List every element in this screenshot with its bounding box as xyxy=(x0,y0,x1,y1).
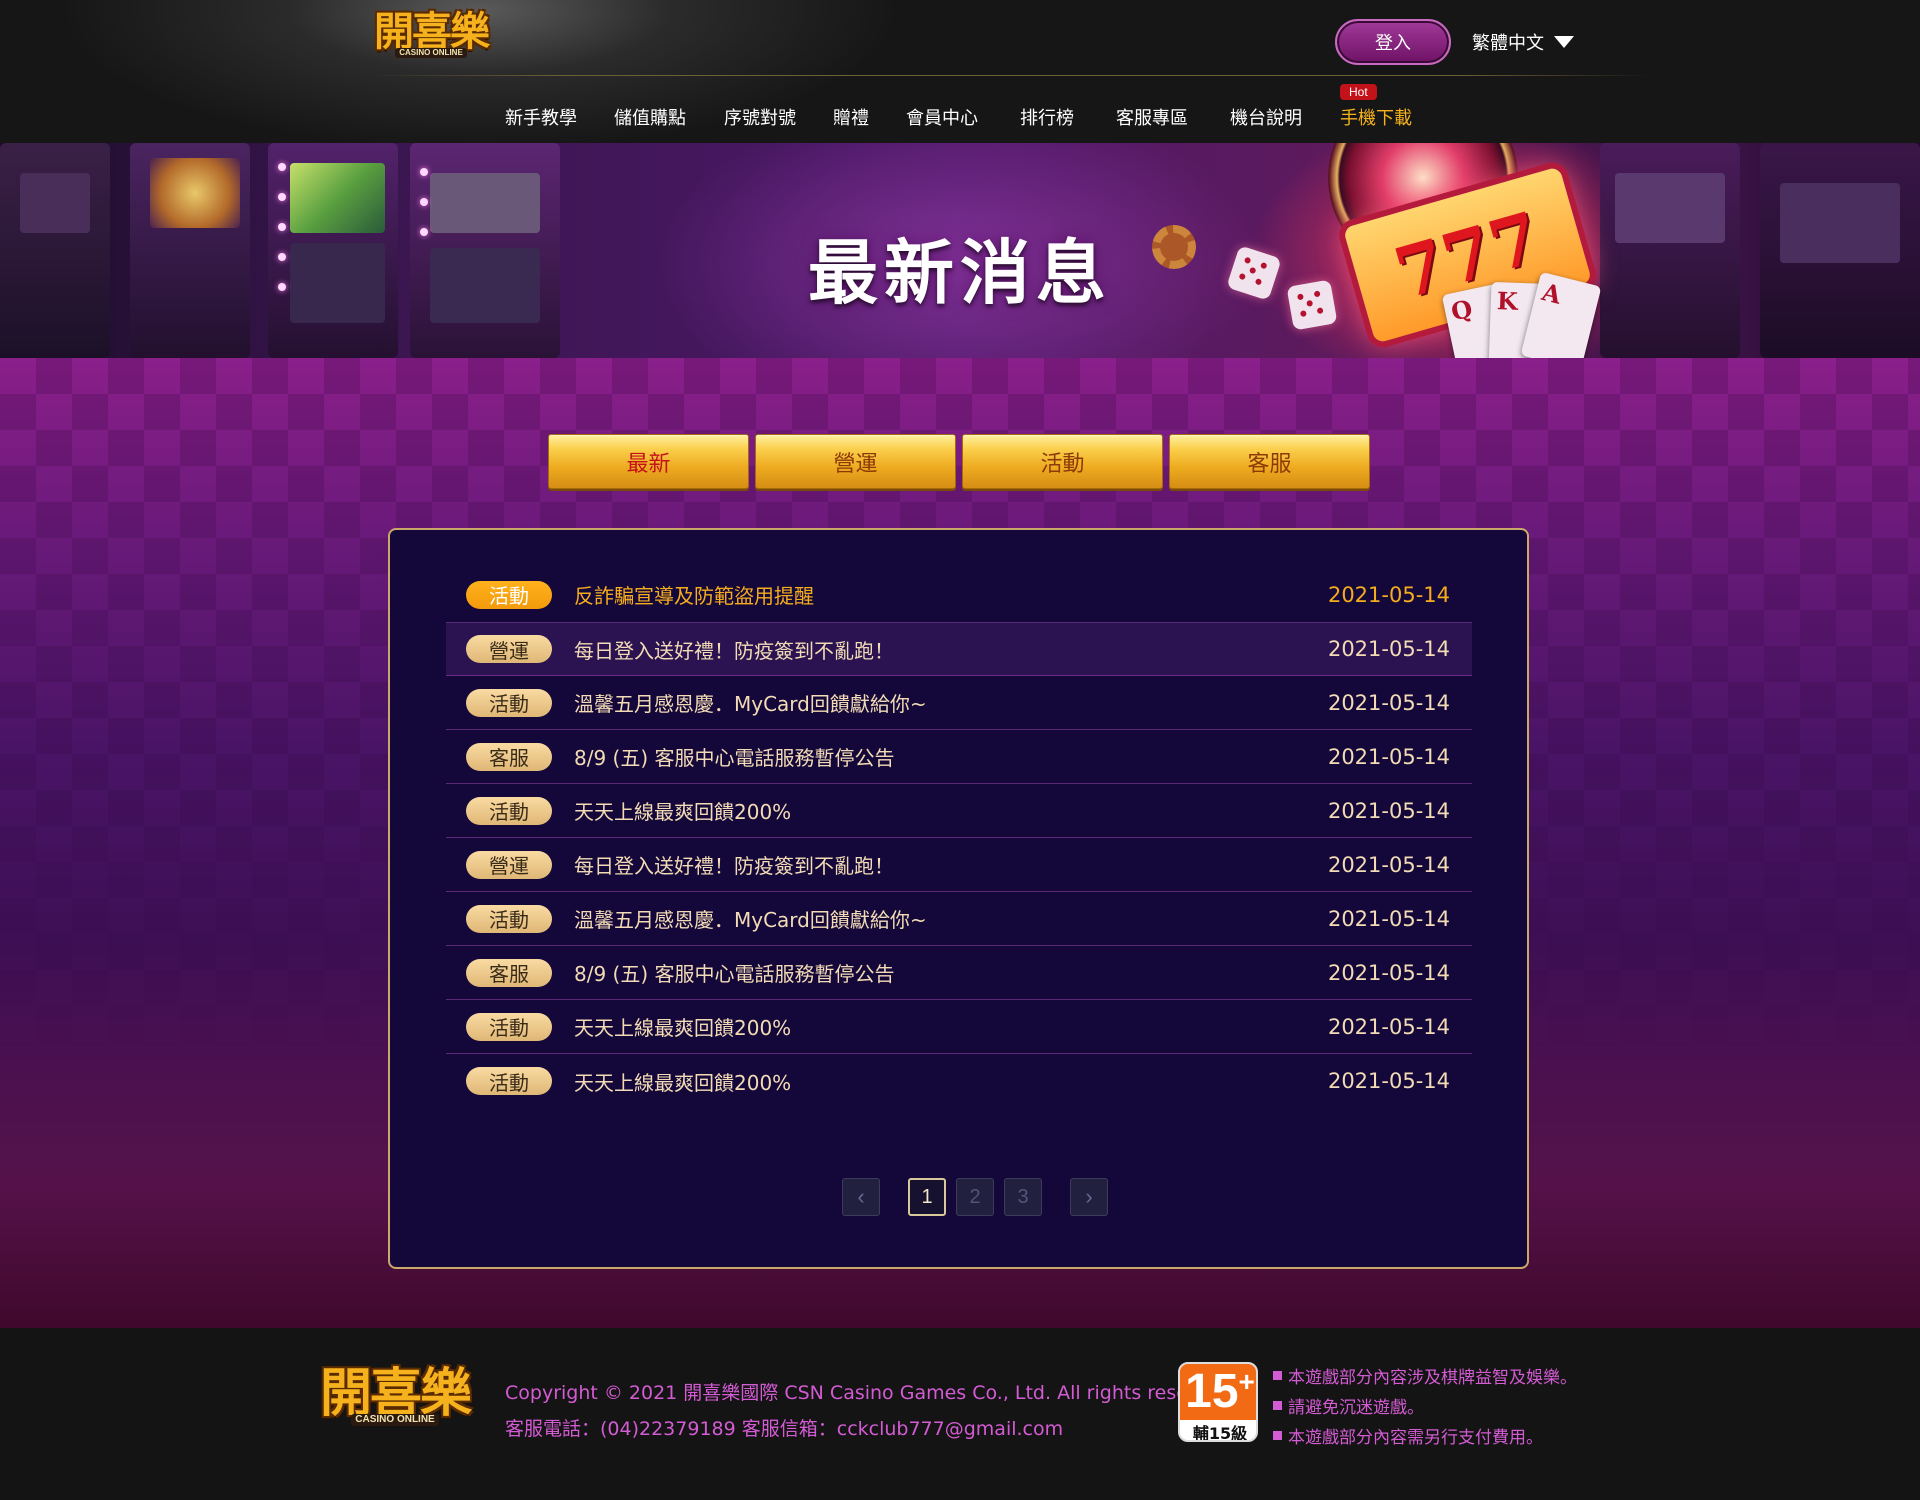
news-date: 2021-05-14 xyxy=(1327,906,1450,931)
news-row[interactable]: 活動 天天上線最爽回饋200% 2021-05-14 xyxy=(446,1000,1472,1054)
bullet-square-icon xyxy=(1273,1431,1282,1440)
news-tag: 活動 xyxy=(466,904,552,933)
triangle-down-icon xyxy=(1554,36,1574,48)
news-title[interactable]: 每日登入送好禮！防疫簽到不亂跑！ xyxy=(574,850,1328,879)
age-rating-number: 15 + xyxy=(1180,1364,1256,1420)
notice-item: 請避免沉迷遊戲。 xyxy=(1273,1393,1424,1418)
news-row[interactable]: 活動 反詐騙宣導及防範盜用提醒 2021-05-14 xyxy=(446,567,1472,622)
page-button-1[interactable]: 1 xyxy=(908,1178,946,1216)
news-tag: 客服 xyxy=(466,742,552,771)
news-date: 2021-05-14 xyxy=(1327,637,1450,661)
language-selector[interactable]: 繁體中文 xyxy=(1472,28,1574,56)
news-title[interactable]: 8/9 (五) 客服中心電話服務暫停公告 xyxy=(574,742,1328,771)
news-title[interactable]: 天天上線最爽回饋200% xyxy=(574,796,1328,825)
logo-subtext: CASINO ONLINE xyxy=(351,1414,439,1426)
copyright-text: Copyright © 2021 開喜樂國際 CSN Casino Games … xyxy=(505,1382,1237,1404)
page-button-2[interactable]: 2 xyxy=(956,1178,994,1216)
news-date: 2021-05-14 xyxy=(1327,852,1450,877)
news-list: 活動 反詐騙宣導及防範盜用提醒 2021-05-14 營運 每日登入送好禮！防疫… xyxy=(446,567,1472,1108)
news-title[interactable]: 每日登入送好禮！防疫簽到不亂跑！ xyxy=(574,635,1328,664)
news-date: 2021-05-14 xyxy=(1327,960,1450,985)
news-tag: 活動 xyxy=(466,1012,552,1041)
news-date: 2021-05-14 xyxy=(1327,1069,1450,1093)
nav-item-member[interactable]: 會員中心 xyxy=(906,104,978,130)
news-panel: 活動 反詐騙宣導及防範盜用提醒 2021-05-14 營運 每日登入送好禮！防疫… xyxy=(388,528,1529,1269)
news-title[interactable]: 溫馨五月感恩慶．MyCard回饋獻給你~ xyxy=(574,904,1328,933)
news-tag: 活動 xyxy=(466,796,552,825)
nav-item-tutorial[interactable]: 新手教學 xyxy=(505,104,577,130)
age-rating-value: 15 xyxy=(1185,1365,1239,1418)
news-tag: 客服 xyxy=(466,958,552,987)
notice-text: 本遊戲部分內容需另行支付費用。 xyxy=(1288,1428,1543,1448)
news-row[interactable]: 活動 溫馨五月感恩慶．MyCard回饋獻給你~ 2021-05-14 xyxy=(446,892,1472,946)
news-row[interactable]: 活動 天天上線最爽回饋200% 2021-05-14 xyxy=(446,784,1472,838)
contact-info: 客服電話：(04)22379189 客服信箱：cckclub777@gmail.… xyxy=(505,1418,1064,1440)
light-dot xyxy=(278,193,286,201)
news-title[interactable]: 8/9 (五) 客服中心電話服務暫停公告 xyxy=(574,958,1328,987)
nav-item-top-up[interactable]: 儲值購點 xyxy=(614,104,686,130)
news-row[interactable]: 活動 溫馨五月感恩慶．MyCard回饋獻給你~ 2021-05-14 xyxy=(446,676,1472,730)
nav-item-ranking[interactable]: 排行榜 xyxy=(1020,104,1074,130)
age-rating-badge: 15 + 輔15級 xyxy=(1178,1362,1258,1442)
age-rating-plus: + xyxy=(1238,1366,1255,1397)
site-header: 開喜樂 CASINO ONLINE 登入 繁體中文 新手教學 儲值購點 序號對號… xyxy=(0,0,1920,143)
nav-item-serial[interactable]: 序號對號 xyxy=(724,104,796,130)
news-row[interactable]: 營運 每日登入送好禮！防疫簽到不亂跑！ 2021-05-14 xyxy=(446,622,1472,676)
site-logo[interactable]: 開喜樂 CASINO ONLINE xyxy=(374,9,490,58)
news-row[interactable]: 營運 每日登入送好禮！防疫簽到不亂跑！ 2021-05-14 xyxy=(446,838,1472,892)
news-date: 2021-05-14 xyxy=(1327,582,1450,607)
logo-text: 開喜樂 xyxy=(320,1364,472,1424)
chevron-left-icon[interactable]: ‹ xyxy=(842,1178,880,1216)
header-divider xyxy=(370,75,1650,76)
language-label: 繁體中文 xyxy=(1472,33,1544,54)
tab-latest[interactable]: 最新 xyxy=(548,434,749,489)
news-tag: 營運 xyxy=(466,850,552,879)
nav-item-gift[interactable]: 贈禮 xyxy=(833,104,869,130)
news-tag: 活動 xyxy=(466,1067,552,1095)
news-tag: 營運 xyxy=(466,635,552,663)
notice-text: 請避免沉迷遊戲。 xyxy=(1288,1398,1424,1418)
footer-logo[interactable]: 開喜樂 CASINO ONLINE xyxy=(320,1364,472,1426)
nav-item-mobile-download[interactable]: 手機下載 xyxy=(1340,104,1412,130)
news-tag: 活動 xyxy=(466,688,552,717)
nav-item-support[interactable]: 客服專區 xyxy=(1116,104,1188,130)
page-title: 最新消息 xyxy=(808,232,1112,314)
news-title[interactable]: 天天上線最爽回饋200% xyxy=(574,1012,1328,1041)
news-title[interactable]: 溫馨五月感恩慶．MyCard回饋獻給你~ xyxy=(574,688,1328,717)
news-date: 2021-05-14 xyxy=(1327,798,1450,823)
hot-badge: Hot xyxy=(1340,84,1377,100)
light-dot xyxy=(420,168,428,176)
news-section: 最新 營運 活動 客服 活動 反詐騙宣導及防範盜用提醒 2021-05-14 營… xyxy=(0,358,1920,1328)
logo-text: 開喜樂 xyxy=(374,9,490,55)
light-dot xyxy=(420,198,428,206)
tab-events[interactable]: 活動 xyxy=(962,434,1163,489)
bullet-square-icon xyxy=(1273,1371,1282,1380)
chevron-right-icon[interactable]: › xyxy=(1070,1178,1108,1216)
tab-support[interactable]: 客服 xyxy=(1169,434,1370,489)
notice-item: 本遊戲部分內容需另行支付費用。 xyxy=(1273,1423,1543,1448)
pagination: ‹ 1 2 3 › xyxy=(842,1178,1108,1216)
notice-item: 本遊戲部分內容涉及棋牌益智及娛樂。 xyxy=(1273,1363,1577,1388)
age-rating-label: 輔15級 xyxy=(1192,1424,1248,1442)
news-row[interactable]: 客服 8/9 (五) 客服中心電話服務暫停公告 2021-05-14 xyxy=(446,946,1472,1000)
category-tabs: 最新 營運 活動 客服 xyxy=(548,434,1370,489)
news-title[interactable]: 天天上線最爽回饋200% xyxy=(574,1067,1328,1096)
news-row[interactable]: 活動 天天上線最爽回饋200% 2021-05-14 xyxy=(446,1054,1472,1108)
news-title[interactable]: 反詐騙宣導及防範盜用提醒 xyxy=(574,580,1328,609)
tab-operations[interactable]: 營運 xyxy=(755,434,956,489)
news-date: 2021-05-14 xyxy=(1327,690,1450,715)
news-row[interactable]: 客服 8/9 (五) 客服中心電話服務暫停公告 2021-05-14 xyxy=(446,730,1472,784)
page-button-3[interactable]: 3 xyxy=(1004,1178,1042,1216)
notice-text: 本遊戲部分內容涉及棋牌益智及娛樂。 xyxy=(1288,1368,1577,1388)
bullet-square-icon xyxy=(1273,1401,1282,1410)
light-dot xyxy=(278,163,286,171)
main-nav: 新手教學 儲值購點 序號對號 贈禮 會員中心 排行榜 客服專區 機台說明 手機下… xyxy=(0,104,1920,134)
logo-subtext: CASINO ONLINE xyxy=(395,48,467,58)
site-footer: 開喜樂 CASINO ONLINE Copyright © 2021 開喜樂國際… xyxy=(0,1328,1920,1500)
nav-item-machine-guide[interactable]: 機台說明 xyxy=(1230,104,1302,130)
news-tag: 活動 xyxy=(466,580,552,609)
news-date: 2021-05-14 xyxy=(1327,744,1450,769)
news-date: 2021-05-14 xyxy=(1327,1014,1450,1039)
login-button[interactable]: 登入 xyxy=(1335,19,1451,65)
